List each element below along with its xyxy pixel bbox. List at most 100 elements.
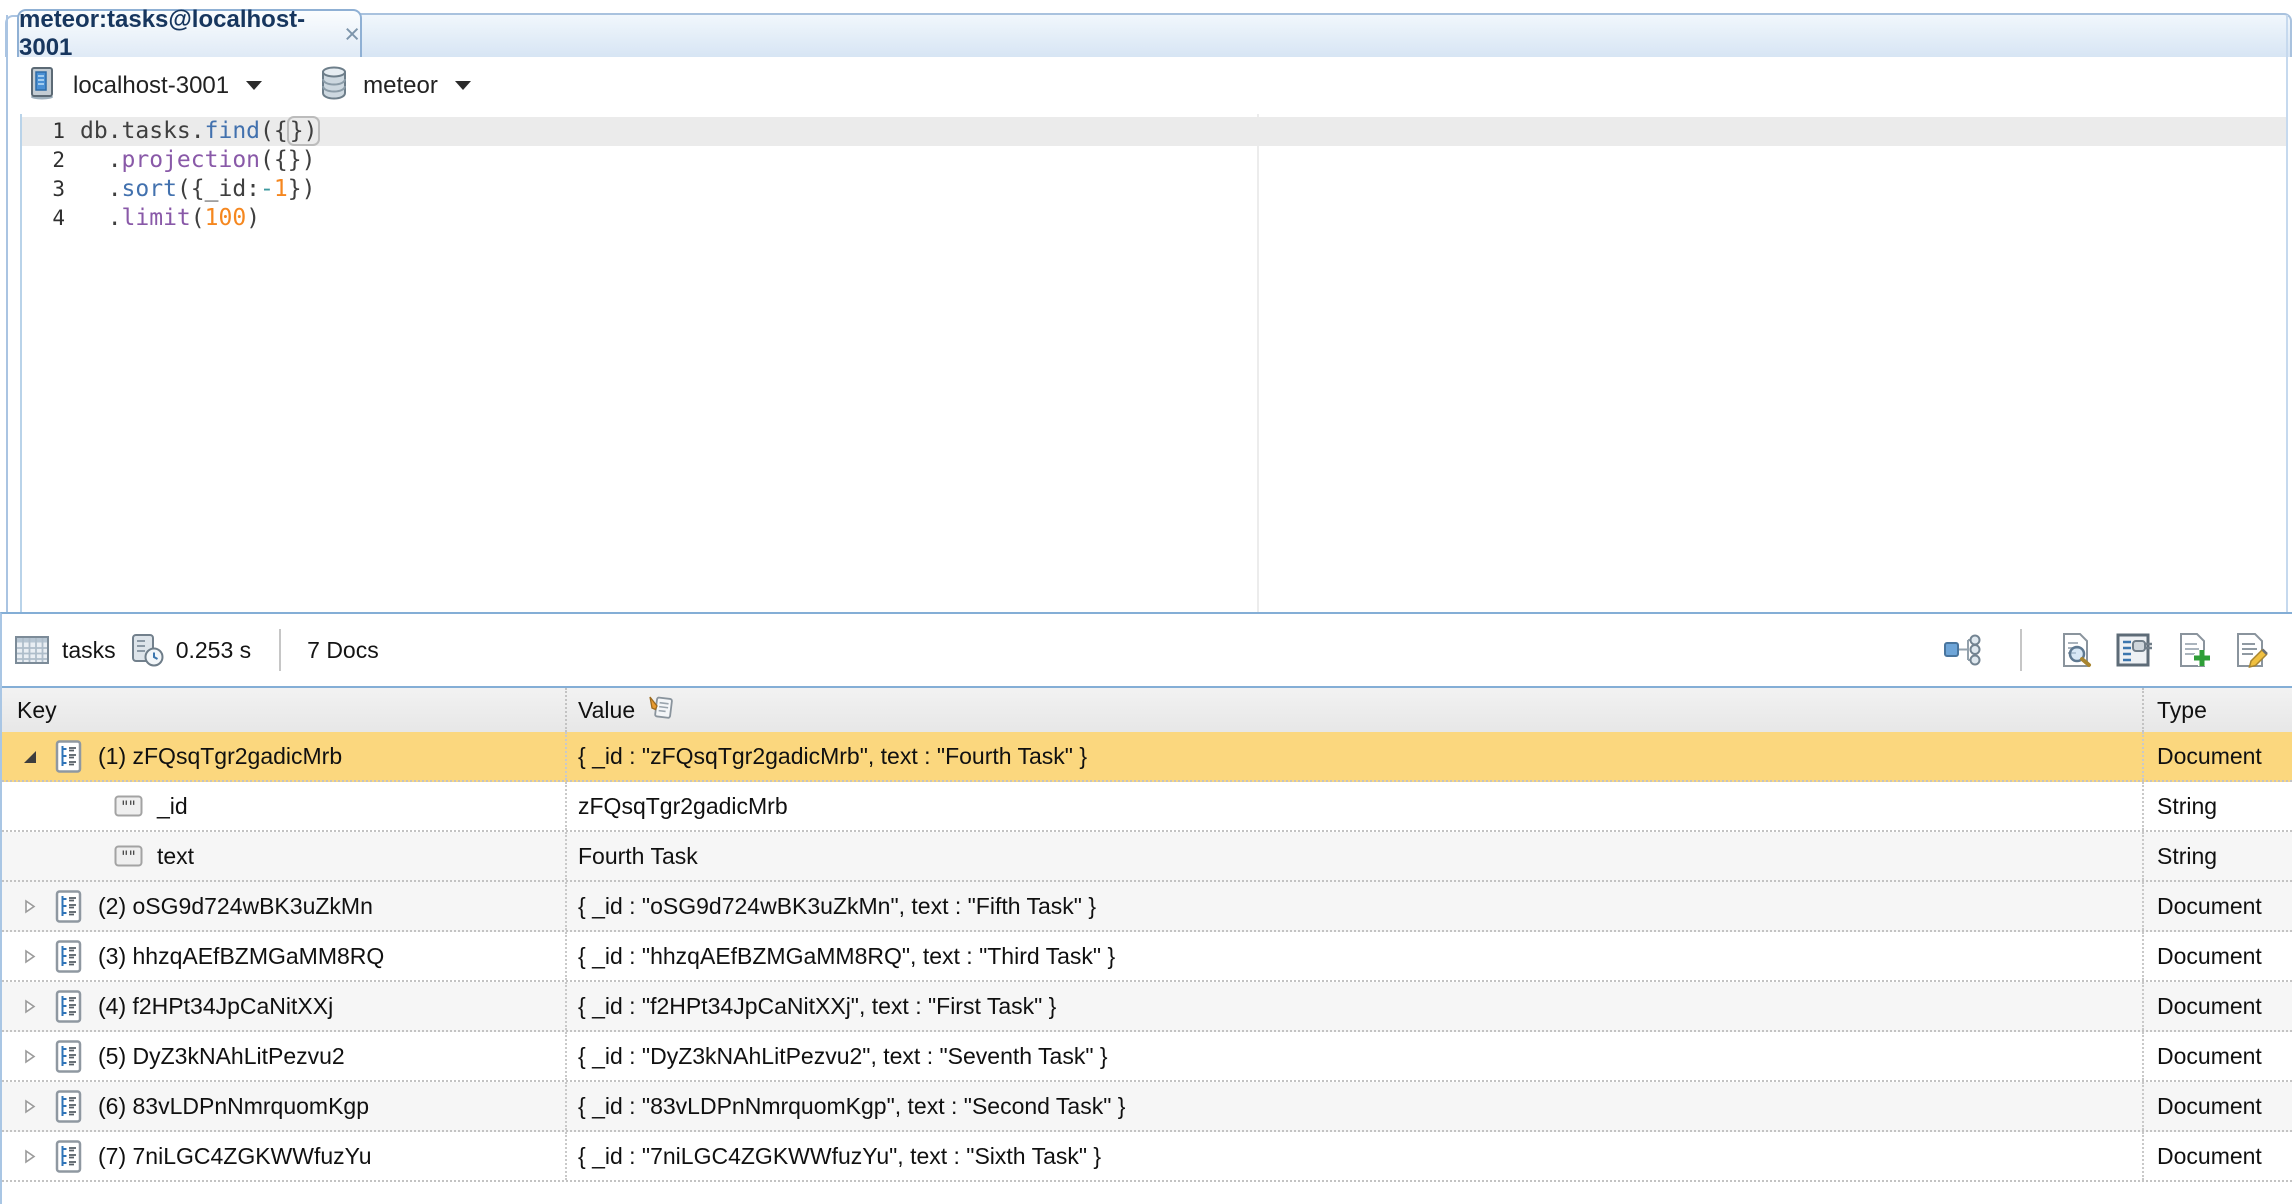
code-token: ): [246, 205, 260, 231]
collapse-arrow-icon[interactable]: [20, 747, 44, 766]
table-row[interactable]: (2) oSG9d724wBK3uZkMn{ _id : "oSG9d724wB…: [2, 882, 2292, 932]
expand-arrow-icon[interactable]: [20, 897, 44, 916]
toolbar-divider: [279, 629, 281, 671]
expand-arrow-icon[interactable]: [20, 947, 44, 966]
table-row[interactable]: (4) f2HPt34JpCaNitXXj { _id : "f2HPt34JpC…: [2, 982, 2292, 1032]
insert-document-icon[interactable]: [2176, 632, 2212, 668]
code-token: 1: [274, 176, 288, 202]
column-header-value[interactable]: Value: [567, 688, 2144, 732]
column-header-type[interactable]: Type: [2144, 688, 2292, 732]
type-cell: Document: [2144, 982, 2292, 1030]
key-cell: (7) 7niLGC4ZGKWWfuzYu: [2, 1132, 567, 1180]
code-token: .: [80, 205, 122, 231]
collection-name: tasks: [62, 637, 116, 664]
tab-title: meteor:tasks@localhost-3001: [19, 6, 332, 62]
document-icon: [53, 740, 84, 773]
connection-name: localhost-3001: [73, 72, 229, 100]
type-cell: Document: [2144, 932, 2292, 980]
query-elapsed-time: 0.253 s: [176, 637, 251, 664]
value-label: { _id : "DyZ3kNAhLitPezvu2", text : "Sev…: [578, 1043, 1108, 1070]
code-token: ({}): [260, 147, 315, 173]
table-row[interactable]: (6) 83vLDPnNmrquomKgp{ _id : "83vLDPnNmr…: [2, 1082, 2292, 1132]
code-token: (: [191, 205, 205, 231]
code-line-text: db.tasks.find({}): [80, 117, 319, 146]
type-cell: Document: [2144, 1032, 2292, 1080]
editor-line[interactable]: 3 .sort({_id:-1}): [22, 175, 2286, 204]
tab-close-icon[interactable]: ×: [344, 21, 360, 48]
results-toolbar: tasks 0.253 s 7 Docs: [2, 614, 2292, 686]
code-token: find: [205, 118, 260, 144]
table-row[interactable]: (3) hhzqAEfBZMGaMM8RQ { _id : "hhzqAEfBZM…: [2, 932, 2292, 982]
expand-arrow-icon[interactable]: [20, 1047, 44, 1066]
expand-arrow-icon[interactable]: [20, 1097, 44, 1116]
editor-frame[interactable]: 1db.tasks.find({})2 .projection({})3 .so…: [20, 114, 2286, 612]
server-icon: [26, 66, 60, 105]
connection-bar: localhost-3001 meteor: [0, 57, 2292, 114]
value-label: { _id : "zFQsqTgr2gadicMrb", text : "Fou…: [578, 743, 1087, 770]
editor-line[interactable]: 1db.tasks.find({}): [22, 117, 2286, 146]
code-token: projection: [122, 147, 260, 173]
value-label: { _id : "hhzqAEfBZMGaMM8RQ", text : "Thi…: [578, 943, 1115, 970]
value-cell: Fourth Task: [567, 832, 2144, 880]
column-header-value-label: Value: [578, 697, 635, 724]
result-mode-buttons: [1942, 629, 2270, 671]
value-label: Fourth Task: [578, 843, 698, 870]
results-table: (1) zFQsqTgr2gadicMrb{ _id : "zFQsqTgr2g…: [2, 732, 2292, 1182]
expand-arrow-icon[interactable]: [20, 1147, 44, 1166]
notepad-pencil-icon: [647, 694, 674, 727]
key-cell: ""text: [2, 832, 567, 880]
query-editor[interactable]: 1db.tasks.find({})2 .projection({})3 .so…: [0, 114, 2292, 612]
table-row[interactable]: (7) 7niLGC4ZGKWWfuzYu { _id : "7niLGC4ZGK…: [2, 1132, 2292, 1182]
code-token: db.tasks.: [80, 118, 205, 144]
editor-line[interactable]: 4 .limit(100): [22, 204, 2286, 233]
column-header-key[interactable]: Key: [2, 688, 567, 732]
results-panel: tasks 0.253 s 7 Docs: [0, 612, 2292, 1204]
table-row[interactable]: ""_idzFQsqTgr2gadicMrbString: [2, 782, 2292, 832]
key-cell: (3) hhzqAEfBZMGaMM8RQ: [2, 932, 567, 980]
type-cell: Document: [2144, 882, 2292, 930]
line-number: 1: [22, 117, 80, 146]
toolbar-divider: [2020, 629, 2022, 671]
expand-arrow-icon[interactable]: [20, 997, 44, 1016]
tab-bar: meteor:tasks@localhost-3001 ×: [0, 0, 2292, 57]
table-row[interactable]: (5) DyZ3kNAhLitPezvu2{ _id : "DyZ3kNAhLi…: [2, 1032, 2292, 1082]
editor-line[interactable]: 2 .projection({}): [22, 146, 2286, 175]
doc-count: 7 Docs: [307, 637, 379, 664]
table-row[interactable]: ""textFourth TaskString: [2, 832, 2292, 882]
value-cell: zFQsqTgr2gadicMrb: [567, 782, 2144, 830]
key-cell: (6) 83vLDPnNmrquomKgp: [2, 1082, 567, 1130]
database-icon: [318, 66, 350, 105]
key-label: _id: [157, 793, 188, 820]
value-cell: { _id : "DyZ3kNAhLitPezvu2", text : "Sev…: [567, 1032, 2144, 1080]
value-cell: { _id : "zFQsqTgr2gadicMrb", text : "Fou…: [567, 732, 2144, 780]
value-cell: { _id : "7niLGC4ZGKWWfuzYu", text : "Six…: [567, 1132, 2144, 1180]
table-header: Key Value Type: [2, 686, 2292, 732]
type-label: Document: [2157, 743, 2262, 770]
type-label: Document: [2157, 1043, 2262, 1070]
key-label: (7) 7niLGC4ZGKWWfuzYu: [98, 1143, 372, 1170]
key-cell: (4) f2HPt34JpCaNitXXj: [2, 982, 567, 1030]
key-label: (4) f2HPt34JpCaNitXXj: [98, 993, 333, 1020]
string-icon: "": [114, 844, 143, 869]
code-token: .: [80, 147, 122, 173]
query-time-icon: [130, 633, 164, 667]
type-cell: String: [2144, 782, 2292, 830]
type-label: Document: [2157, 993, 2262, 1020]
chevron-down-icon: [246, 81, 262, 90]
type-label: Document: [2157, 1093, 2262, 1120]
type-cell: Document: [2144, 732, 2292, 780]
connection-selector[interactable]: localhost-3001: [20, 62, 268, 109]
table-row[interactable]: (1) zFQsqTgr2gadicMrb{ _id : "zFQsqTgr2g…: [2, 732, 2292, 782]
code-token: 100: [205, 205, 247, 231]
view-document-icon[interactable]: [2058, 632, 2094, 668]
database-selector[interactable]: meteor: [312, 62, 477, 109]
type-label: Document: [2157, 893, 2262, 920]
value-cell: { _id : "f2HPt34JpCaNitXXj", text : "Fir…: [567, 982, 2144, 1030]
tree-mode-icon[interactable]: [1942, 632, 1984, 668]
value-label: { _id : "f2HPt34JpCaNitXXj", text : "Fir…: [578, 993, 1056, 1020]
table-mode-icon[interactable]: [2116, 632, 2154, 668]
document-icon: [53, 940, 84, 973]
chevron-down-icon: [455, 81, 471, 90]
tab-meteor-tasks[interactable]: meteor:tasks@localhost-3001 ×: [17, 9, 362, 57]
edit-document-icon[interactable]: [2234, 632, 2270, 668]
